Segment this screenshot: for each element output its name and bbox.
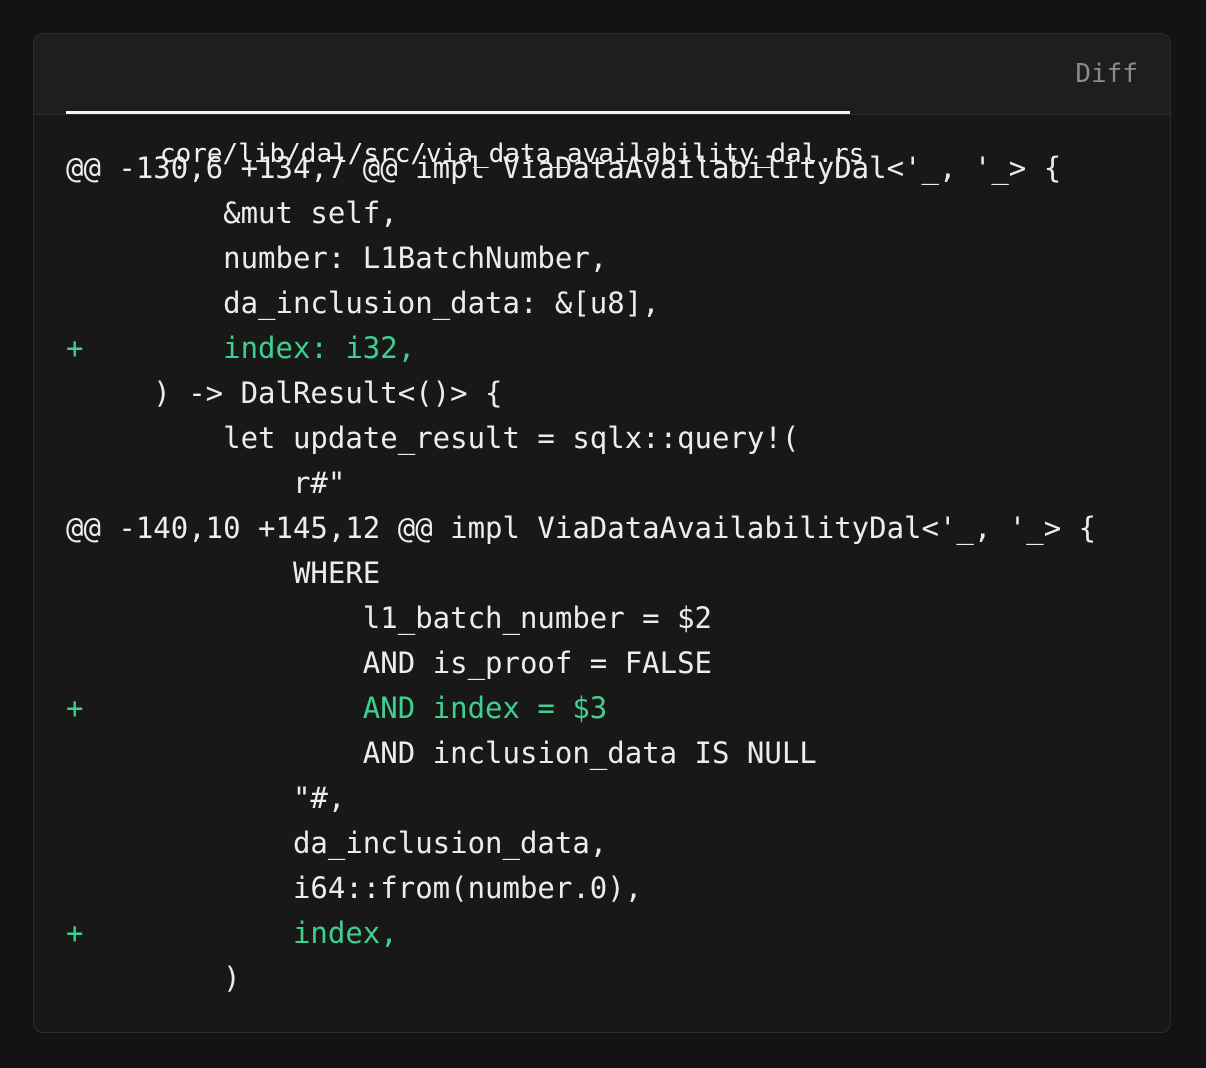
context-line: da_inclusion_data, [66, 826, 608, 860]
context-line: number: L1BatchNumber, [66, 241, 608, 275]
context-line: ) -> DalResult<()> { [66, 376, 503, 410]
file-tab[interactable]: core/lib/dal/src/via_data_availability_d… [66, 34, 864, 169]
active-tab-indicator [66, 111, 850, 114]
context-line: i64::from(number.0), [66, 871, 643, 905]
context-line: AND inclusion_data IS NULL [66, 736, 817, 770]
context-line: ) [66, 961, 241, 995]
context-line: da_inclusion_data: &[u8], [66, 286, 660, 320]
hunk-header: @@ -130,6 +134,7 @@ impl ViaDataAvailabi… [66, 151, 1062, 185]
diff-card: core/lib/dal/src/via_data_availability_d… [33, 33, 1171, 1033]
context-line: "#, [66, 781, 346, 815]
context-line: r#" [66, 466, 346, 500]
hunk-header: @@ -140,10 +145,12 @@ impl ViaDataAvaila… [66, 511, 1097, 545]
context-line: WHERE [66, 556, 381, 590]
diff-header: core/lib/dal/src/via_data_availability_d… [34, 34, 1170, 169]
code-block: @@ -130,6 +134,7 @@ impl ViaDataAvailabi… [66, 146, 1096, 1001]
context-line: let update_result = sqlx::query!( [66, 421, 800, 455]
context-line: AND is_proof = FALSE [66, 646, 713, 680]
diff-view-label: Diff [1075, 59, 1138, 89]
added-line: + AND index = $3 [66, 691, 608, 725]
added-line: + index, [66, 916, 398, 950]
added-line: + index: i32, [66, 331, 416, 365]
context-line: &mut self, [66, 196, 398, 230]
context-line: l1_batch_number = $2 [66, 601, 713, 635]
